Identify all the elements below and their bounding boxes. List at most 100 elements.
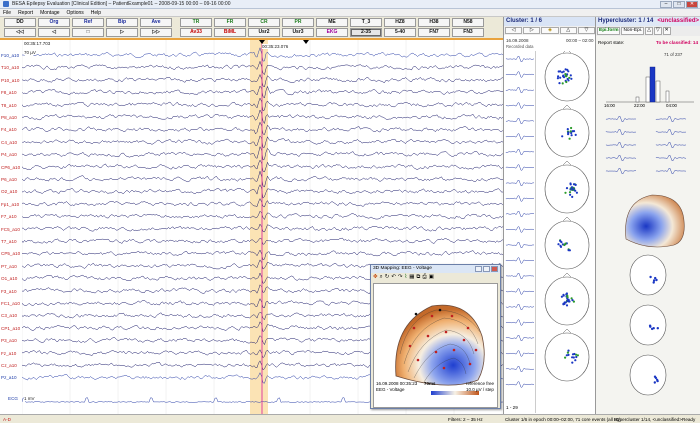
toolbar-button-row2-12[interactable]: FN7: [418, 28, 450, 37]
move-icon[interactable]: ✥: [373, 274, 378, 281]
mapping-close-button[interactable]: [491, 266, 498, 272]
toolbar-button-row1-1[interactable]: Org: [38, 18, 70, 27]
channel-label[interactable]: T8_a10: [1, 103, 17, 108]
mapping-minimize-button[interactable]: [475, 266, 482, 272]
toolbar-button-row2-6[interactable]: BiML: [214, 28, 246, 37]
cluster-prev-button[interactable]: ◁: [505, 27, 523, 34]
toolbar-button-row1-6[interactable]: FR: [214, 18, 246, 27]
toolbar-button-row2-8[interactable]: Usr3: [282, 28, 314, 37]
grid-icon[interactable]: ▦: [409, 274, 414, 281]
channel-label[interactable]: P7_a10: [1, 264, 17, 269]
cluster-head-map[interactable]: [544, 160, 590, 214]
channel-label[interactable]: FC1_a10: [1, 301, 20, 306]
cluster-head-map[interactable]: [544, 104, 590, 158]
toolbar-button-row2-0[interactable]: ◁◁: [4, 28, 36, 37]
toolbar-button-row1-8[interactable]: PR: [282, 18, 314, 27]
mapping-maximize-button[interactable]: [483, 266, 490, 272]
channel-label[interactable]: P4_a10: [1, 152, 17, 157]
rotate-icon[interactable]: ↻: [385, 274, 390, 281]
channel-label[interactable]: F4_a10: [1, 127, 17, 132]
menu-montage[interactable]: Montage: [40, 10, 59, 16]
channel-label[interactable]: F8_a10: [1, 90, 17, 95]
hyper-clear-button[interactable]: ✕: [662, 27, 671, 35]
hyper-up-button[interactable]: △: [645, 27, 653, 35]
menu-report[interactable]: Report: [18, 10, 33, 16]
channel-label[interactable]: T10_a10: [1, 65, 19, 70]
toolbar-button-row2-4[interactable]: ▷▷: [140, 28, 172, 37]
channel-label[interactable]: CP5_a10: [1, 251, 20, 256]
toolbar-button-row2-5[interactable]: Av33: [180, 28, 212, 37]
channel-label[interactable]: P6_a10: [1, 177, 17, 182]
toolbar-button-row1-12[interactable]: H38: [418, 18, 450, 27]
mapping-title-bar[interactable]: 3D Mapping: EEG - Voltage: [371, 265, 500, 273]
undo-icon[interactable]: ↶: [391, 274, 396, 281]
toolbar-button-row1-5[interactable]: TR: [180, 18, 212, 27]
channel-label[interactable]: F7_a10: [1, 214, 17, 219]
toolbar-button-row1-13[interactable]: N58: [452, 18, 484, 27]
menu-file[interactable]: File: [3, 10, 11, 16]
redo-icon[interactable]: ↷: [398, 274, 403, 281]
toolbar-button-row1-11[interactable]: HZ8: [384, 18, 416, 27]
channel-label[interactable]: CP1_a10: [1, 326, 20, 331]
settings-icon[interactable]: ▣: [429, 274, 434, 281]
minimize-button[interactable]: –: [660, 1, 672, 8]
print-icon[interactable]: ⎙: [422, 274, 426, 281]
toolbar-button-row1-9[interactable]: ME: [316, 18, 348, 27]
channel-label[interactable]: Cz_a10: [1, 363, 17, 368]
toolbar-button-row1-2[interactable]: Ref: [72, 18, 104, 27]
toolbar-button-row2-1[interactable]: ◁: [38, 28, 70, 37]
hypercluster-waveforms[interactable]: [596, 111, 700, 181]
channel-label[interactable]: O2_a10: [1, 189, 17, 194]
hypercluster-waveform: [655, 129, 687, 135]
toolbar-button-row2-3[interactable]: ▷: [106, 28, 138, 37]
toolbar-button-row2-7[interactable]: Usr2: [248, 28, 280, 37]
zoom-icon[interactable]: ⌕: [380, 274, 383, 281]
toolbar-button-row2-10[interactable]: 2-35: [350, 28, 382, 37]
cluster-head-map[interactable]: [544, 272, 590, 326]
channel-label[interactable]: Fz_a10: [1, 351, 16, 356]
channel-label[interactable]: F3_a10: [1, 289, 17, 294]
channel-label[interactable]: C3_a10: [1, 313, 17, 318]
copy-icon[interactable]: ⧉: [416, 274, 420, 281]
channel-label[interactable]: Pz_a10: [1, 375, 17, 380]
close-button[interactable]: ✕: [686, 1, 698, 8]
channel-label[interactable]: P3_a10: [1, 338, 17, 343]
channel-label[interactable]: CP6_a10: [1, 165, 20, 170]
channel-label[interactable]: T7_a10: [1, 239, 17, 244]
cursor-marker-icon[interactable]: [303, 40, 309, 44]
hyper-down-button[interactable]: ▽: [653, 27, 662, 35]
epileptiform-button[interactable]: Epi.form: [597, 27, 621, 35]
toolbar-button-row1-3[interactable]: Bip: [106, 18, 138, 27]
channel-label[interactable]: F10_a10: [1, 53, 19, 58]
toolbar-button-row2-13[interactable]: FN3: [452, 28, 484, 37]
menu-options[interactable]: Options: [67, 10, 84, 16]
toolbar-button-row2-11[interactable]: 5-40: [384, 28, 416, 37]
toolbar-button-row1-10[interactable]: T_3: [350, 18, 382, 27]
channel-label[interactable]: P10_a10: [1, 78, 19, 83]
channel-label[interactable]: Fp1_a10: [1, 202, 19, 207]
mapping-window[interactable]: 3D Mapping: EEG - Voltage ✥ ⌕ ↻ ↶ ↷ ⌇ ▦ …: [370, 264, 501, 409]
channel-label[interactable]: FC5_a10: [1, 227, 20, 232]
cluster-head-map[interactable]: [544, 328, 590, 382]
cluster-head-map[interactable]: [544, 51, 590, 102]
sensor-icon[interactable]: ⌇: [405, 274, 408, 281]
channel-label[interactable]: C4_a10: [1, 140, 17, 145]
cluster-head-map[interactable]: [544, 216, 590, 270]
maximize-button[interactable]: □: [673, 1, 685, 8]
cluster-next-button[interactable]: ▷: [523, 27, 541, 34]
cluster-waveforms[interactable]: [504, 51, 536, 413]
toolbar-button-row2-9[interactable]: EKG: [316, 28, 348, 37]
channel-label[interactable]: P8_a10: [1, 115, 17, 120]
non-epileptiform-button[interactable]: Non-Epi.: [621, 27, 645, 35]
cluster-down-button[interactable]: ▽: [577, 27, 596, 34]
toolbar-button-row2-2[interactable]: □: [72, 28, 104, 37]
hypercluster-title: Hypercluster: 1 / 14: [598, 18, 654, 24]
channel-label[interactable]: O1_a10: [1, 276, 17, 281]
toolbar-button-row1-4[interactable]: Ave: [140, 18, 172, 27]
menu-help[interactable]: Help: [91, 10, 101, 16]
cluster-head-maps[interactable]: [538, 51, 596, 413]
cluster-overlay-button[interactable]: ◈: [541, 27, 559, 34]
cluster-up-button[interactable]: △: [559, 27, 577, 34]
toolbar-button-row1-7[interactable]: CR: [248, 18, 280, 27]
toolbar-button-row1-0[interactable]: DD: [4, 18, 36, 27]
